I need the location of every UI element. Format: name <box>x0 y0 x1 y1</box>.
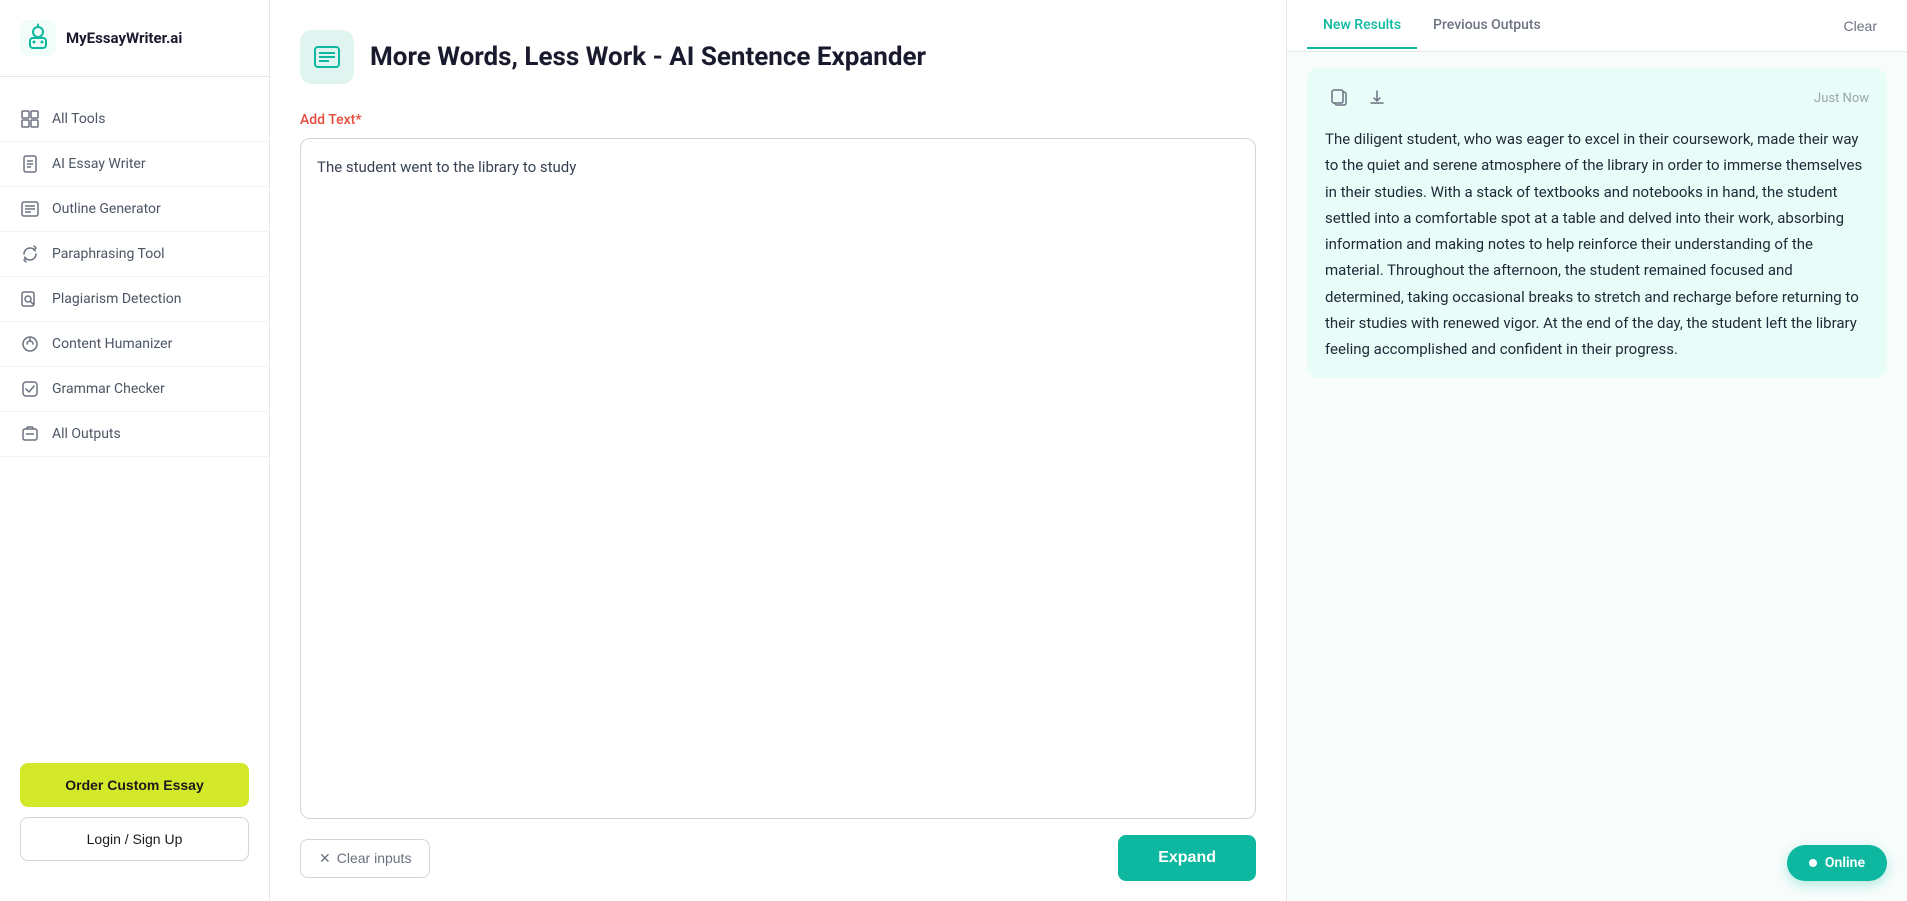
sidebar-item-all-outputs-label: All Outputs <box>52 426 121 442</box>
sidebar: MyEssayWriter.ai All Tools AI Essay Writ… <box>0 0 270 901</box>
search-icon <box>20 289 40 309</box>
order-custom-essay-button[interactable]: Order Custom Essay <box>20 763 249 807</box>
sidebar-item-paraphrasing-tool-label: Paraphrasing Tool <box>52 246 165 262</box>
results-content: Just Now The diligent student, who was e… <box>1287 52 1907 901</box>
sidebar-item-content-humanizer-label: Content Humanizer <box>52 336 172 352</box>
logo-icon <box>20 20 56 56</box>
box-icon <box>20 424 40 444</box>
action-bar: ✕ Clear inputs Expand <box>300 835 1256 881</box>
tool-header: More Words, Less Work - AI Sentence Expa… <box>300 30 1256 84</box>
result-timestamp: Just Now <box>1814 91 1869 106</box>
result-card-toolbar: Just Now <box>1325 84 1869 112</box>
tool-title: More Words, Less Work - AI Sentence Expa… <box>370 42 926 72</box>
sidebar-item-content-humanizer[interactable]: Content Humanizer <box>0 322 269 367</box>
online-label: Online <box>1825 855 1865 871</box>
results-header: New Results Previous Outputs Clear <box>1287 0 1907 52</box>
sidebar-item-all-tools-label: All Tools <box>52 111 105 127</box>
sidebar-cta-area: Order Custom Essay Login / Sign Up <box>0 743 269 881</box>
expand-tool-icon <box>311 41 343 73</box>
clear-x-icon: ✕ <box>319 850 331 867</box>
online-dot <box>1809 859 1817 867</box>
content-area: More Words, Less Work - AI Sentence Expa… <box>270 0 1907 901</box>
online-badge: Online <box>1787 845 1887 881</box>
sidebar-item-all-tools[interactable]: All Tools <box>0 97 269 142</box>
tool-icon-wrapper <box>300 30 354 84</box>
download-button[interactable] <box>1363 84 1391 112</box>
right-panel: New Results Previous Outputs Clear <box>1287 0 1907 901</box>
sidebar-item-outline-generator-label: Outline Generator <box>52 201 161 217</box>
tab-previous-outputs[interactable]: Previous Outputs <box>1417 3 1557 49</box>
expand-button[interactable]: Expand <box>1118 835 1256 881</box>
tab-new-results[interactable]: New Results <box>1307 3 1417 49</box>
brand-name: MyEssayWriter.ai <box>66 29 182 47</box>
text-input[interactable]: The student went to the library to study <box>300 138 1256 819</box>
input-label: Add Text* <box>300 112 1256 128</box>
sidebar-item-paraphrasing-tool[interactable]: Paraphrasing Tool <box>0 232 269 277</box>
sidebar-nav: All Tools AI Essay Writer Outline Genera… <box>0 87 269 743</box>
required-marker: * <box>355 112 361 128</box>
text-area-wrapper: Add Text* The student went to the librar… <box>300 112 1256 819</box>
download-icon <box>1367 88 1387 108</box>
login-signup-button[interactable]: Login / Sign Up <box>20 817 249 861</box>
sidebar-item-grammar-checker-label: Grammar Checker <box>52 381 165 397</box>
copy-icon <box>1329 88 1349 108</box>
check-icon <box>20 379 40 399</box>
refresh-icon <box>20 244 40 264</box>
left-panel: More Words, Less Work - AI Sentence Expa… <box>270 0 1287 901</box>
sidebar-item-grammar-checker[interactable]: Grammar Checker <box>0 367 269 412</box>
logo-area: MyEssayWriter.ai <box>0 20 269 77</box>
sidebar-item-all-outputs[interactable]: All Outputs <box>0 412 269 457</box>
sidebar-item-ai-essay-writer-label: AI Essay Writer <box>52 156 146 172</box>
list-icon <box>20 199 40 219</box>
sidebar-item-plagiarism-detection[interactable]: Plagiarism Detection <box>0 277 269 322</box>
main-area: More Words, Less Work - AI Sentence Expa… <box>270 0 1907 901</box>
clear-results-button[interactable]: Clear <box>1834 12 1887 40</box>
clear-inputs-button[interactable]: ✕ Clear inputs <box>300 839 430 878</box>
result-card: Just Now The diligent student, who was e… <box>1307 68 1887 378</box>
file-icon <box>20 154 40 174</box>
brain-icon <box>20 334 40 354</box>
copy-button[interactable] <box>1325 84 1353 112</box>
sidebar-item-plagiarism-detection-label: Plagiarism Detection <box>52 291 182 307</box>
sidebar-item-outline-generator[interactable]: Outline Generator <box>0 187 269 232</box>
sidebar-item-ai-essay-writer[interactable]: AI Essay Writer <box>0 142 269 187</box>
result-text: The diligent student, who was eager to e… <box>1325 126 1869 362</box>
grid-icon <box>20 109 40 129</box>
